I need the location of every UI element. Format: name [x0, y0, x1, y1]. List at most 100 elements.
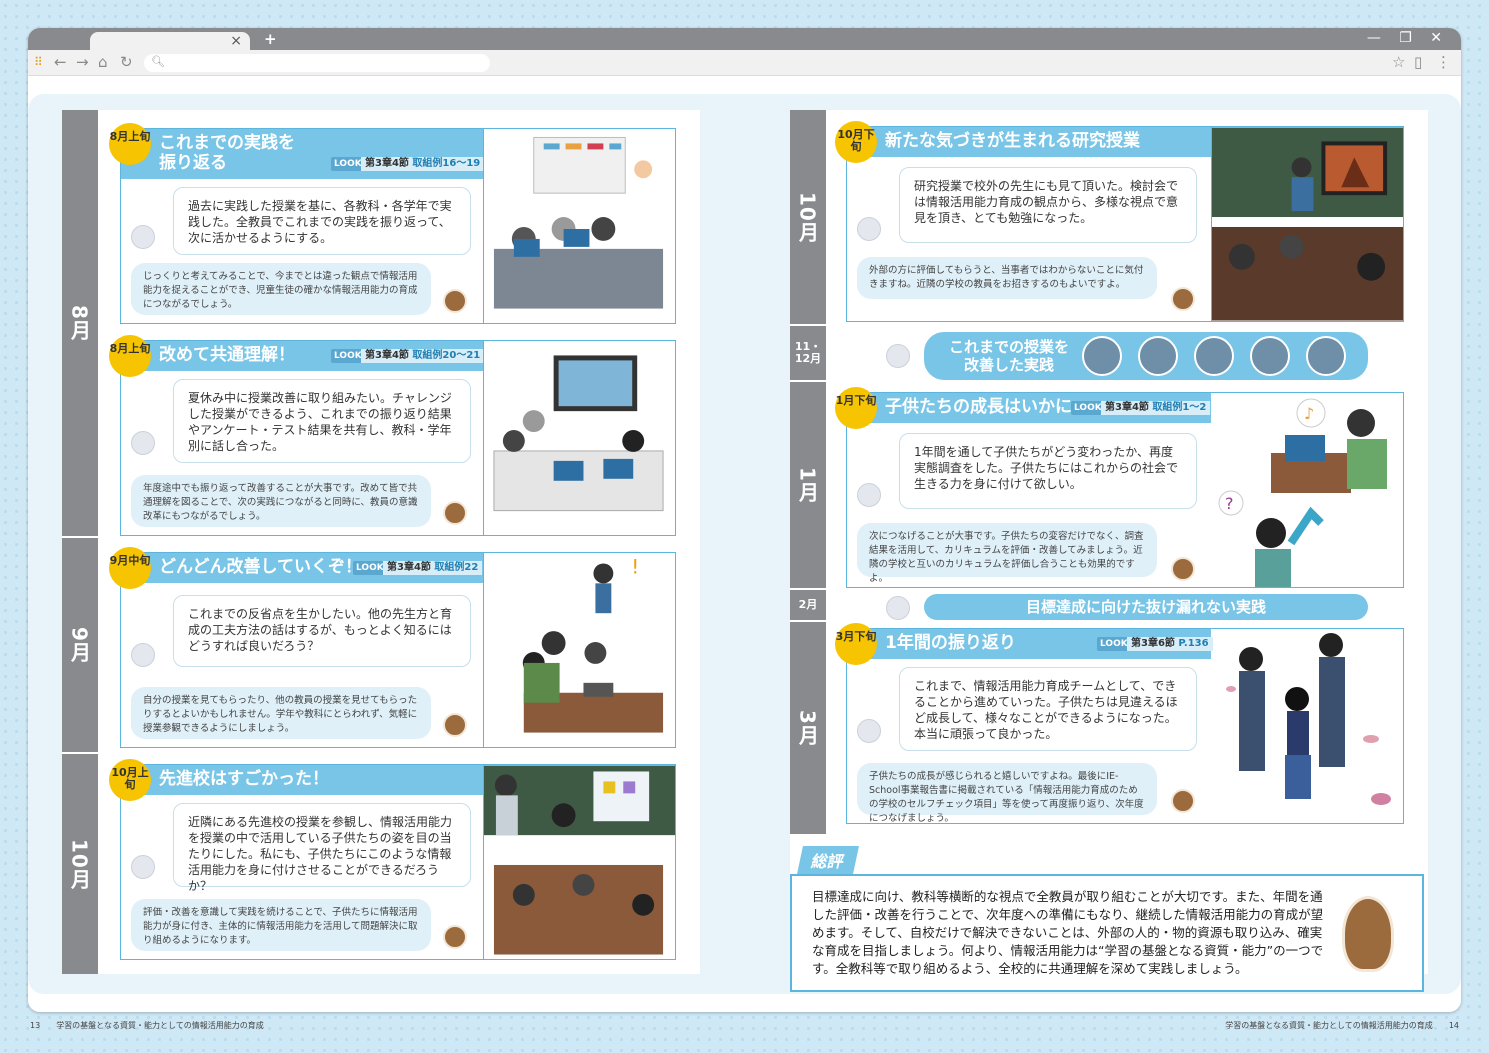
look-tag: LOOK: [331, 349, 365, 363]
illustration: [1211, 127, 1403, 321]
teacher-avatar: [131, 855, 155, 879]
advice-note: 子供たちの成長が感じられると嬉しいですよね。最後にIE-School事業報告書に…: [857, 763, 1157, 824]
advice-note: 次につなげることが大事です。子供たちの変容だけでなく、調査結果を活用して、カリキ…: [857, 523, 1157, 584]
look-tag: LOOK: [1071, 401, 1105, 415]
teacher-avatar: [857, 719, 881, 743]
month-label: 10月: [67, 838, 92, 890]
month-col-oct: 10月: [790, 110, 826, 326]
look-tag: LOOK: [1097, 637, 1131, 651]
spread-content: 8月 9月 10月 8月上旬 これまでの実践を振り返る LOOK 第3章4節 取…: [28, 76, 1461, 1012]
photo-thumb: [1138, 336, 1178, 376]
teacher-avatar: [857, 483, 881, 507]
reload-icon[interactable]: ↻: [120, 53, 133, 71]
look-ref: 第3章4節 取組例16〜19: [361, 157, 485, 171]
month-label: 9月: [67, 627, 92, 663]
advice-note: 外部の方に評価してもらうと、当事者ではわからないことに気付きますね。近隣の学校の…: [857, 257, 1157, 299]
card-header: 10月下旬 新たな気づきが生まれる研究授業: [835, 121, 1211, 163]
month-label: 10月: [795, 191, 820, 243]
speech-bubble: 過去に実践した授業を基に、各教科・各学年で実践した。全教員でこれまでの実践を振り…: [173, 187, 471, 255]
look-tag: LOOK: [353, 561, 387, 575]
date-badge: 9月中旬: [109, 547, 151, 589]
month-col-sep: 9月: [62, 538, 98, 754]
teacher-avatar: [886, 344, 910, 368]
month-col-aug: 8月: [62, 110, 98, 538]
card-header: 8月上旬 改めて共通理解！ LOOK 第3章4節 取組例20〜21: [109, 335, 485, 377]
footer-right: 学習の基盤となる資質・能力としての情報活用能力の育成 14: [1225, 1021, 1459, 1030]
advice-note: 評価・改善を意識して実践を続けることで、子供たちに情報活用能力が身に付き、主体的…: [131, 899, 431, 951]
speech-bubble: これまで、情報活用能力育成チームとして、できることから進めていった。子供たちは見…: [899, 667, 1197, 751]
teacher-avatar: [886, 596, 910, 620]
card-shared-understanding: 8月上旬 改めて共通理解！ LOOK 第3章4節 取組例20〜21 夏休み中に授…: [109, 335, 676, 536]
date-badge: 1月下旬: [835, 387, 877, 429]
card-advanced-school: 10月上旬 先進校はすごかった！ 近隣にある先進校の授業を参観し、情報活用能力を…: [109, 759, 676, 960]
card-review-practice: 8月上旬 これまでの実践を振り返る LOOK 第3章4節 取組例16〜19 過去…: [109, 123, 676, 324]
star-icon[interactable]: ☆: [1392, 53, 1405, 71]
back-icon[interactable]: ←: [54, 53, 67, 71]
month-col-nov-dec: 11・12月: [790, 326, 826, 382]
speech-bubble: 近隣にある先進校の授業を参観し、情報活用能力を授業の中で活用している子供たちの姿…: [173, 803, 471, 893]
review-text: 目標達成に向け、教科等横断的な視点で全教員が取り組むことが大切です。また、年間を…: [812, 889, 1324, 976]
browser-window: × + — ❐ ✕ ⠿ ← → ⌂ ↻ 🔍︎ ☆ ▯ ⋮ 8月 9月 10月 8…: [28, 28, 1461, 1012]
month-label: 3月: [795, 710, 820, 746]
card-header: 8月上旬 これまでの実践を振り返る LOOK 第3章4節 取組例16〜19: [109, 123, 485, 179]
search-icon: 🔍︎: [151, 55, 165, 68]
card-research-lesson: 10月下旬 新たな気づきが生まれる研究授業 研究授業で校外の先生にも見て頂いた。…: [835, 121, 1404, 322]
teacher-avatar: [131, 225, 155, 249]
card-keep-improving: 9月中旬 どんどん改善していくぞ！ LOOK 第3章4節 取組例22 これまでの…: [109, 547, 676, 748]
date-badge: 10月下旬: [835, 121, 877, 163]
owl-icon: [1171, 287, 1195, 311]
browser-toolbar: ⠿ ← → ⌂ ↻ 🔍︎ ☆ ▯ ⋮: [28, 50, 1461, 76]
photo-thumb: [1306, 336, 1346, 376]
look-tag: LOOK: [331, 157, 365, 171]
page-icon[interactable]: ▯: [1414, 53, 1422, 71]
menu-icon[interactable]: ⋮: [1436, 53, 1451, 71]
close-tab-icon[interactable]: ×: [230, 32, 242, 50]
illustration: [483, 765, 675, 959]
owl-icon: [443, 925, 467, 949]
month-label: 1月: [795, 467, 820, 503]
teacher-avatar: [131, 643, 155, 667]
speech-bubble: 1年間を通して子供たちがどう変わったか、再度実態調査をした。子供たちにはこれから…: [899, 433, 1197, 509]
card-header: 1月下旬 子供たちの成長はいかに LOOK 第3章4節 取組例1〜2: [835, 387, 1211, 429]
photo-thumb: [1250, 336, 1290, 376]
advice-note: 年度途中でも振り返って改善することが大事です。改めて皆で共通理解を図ることで、次…: [131, 475, 431, 527]
card-title: これまでの実践を振り返る: [159, 133, 295, 173]
owl-icon: [443, 501, 467, 525]
new-tab-button[interactable]: +: [264, 30, 277, 48]
illustration: [483, 341, 675, 535]
window-controls[interactable]: — ❐ ✕: [1367, 30, 1449, 46]
month-label: 8月: [67, 305, 92, 341]
home-icon[interactable]: ⌂: [98, 53, 108, 71]
review-box: 目標達成に向け、教科等横断的な視点で全教員が取り組むことが大切です。また、年間を…: [790, 874, 1424, 992]
photo-thumb: [1082, 336, 1122, 376]
card-title: 先進校はすごかった！: [159, 769, 329, 789]
illustration: !: [483, 553, 675, 747]
month-col-mar: 3月: [790, 622, 826, 834]
card-header: 3月下旬 1年間の振り返り LOOK 第3章6節 P.136: [835, 623, 1213, 665]
apps-icon[interactable]: ⠿: [34, 53, 43, 71]
tab-bar: × + — ❐ ✕: [28, 28, 1461, 50]
address-bar[interactable]: 🔍︎: [144, 54, 490, 72]
month-col-jan: 1月: [790, 382, 826, 590]
speech-bubble: 夏休み中に授業改善に取り組みたい。チャレンジした授業ができるよう、これまでの振り…: [173, 379, 471, 463]
owl-icon: [443, 289, 467, 313]
look-ref: 第3章4節 取組例20〜21: [361, 349, 485, 363]
svg-text:?: ?: [1225, 494, 1234, 513]
photo-thumb: [1194, 336, 1234, 376]
card-header: 10月上旬 先進校はすごかった！: [109, 759, 483, 801]
active-tab[interactable]: ×: [90, 32, 250, 50]
improved-practice-banner: これまでの授業を改善した実践: [924, 332, 1368, 380]
banner-title: これまでの授業を改善した実践: [948, 338, 1069, 374]
card-year-review: 3月下旬 1年間の振り返り LOOK 第3章6節 P.136 これまで、情報活用…: [835, 623, 1404, 824]
look-ref: 第3章6節 P.136: [1127, 637, 1213, 651]
card-title: どんどん改善していくぞ！: [159, 557, 362, 577]
owl-icon: [443, 713, 467, 737]
goal-practice-banner: 目標達成に向けた抜け漏れない実践: [924, 594, 1368, 620]
month-label: 2月: [798, 598, 818, 611]
date-badge: 10月上旬: [109, 759, 151, 801]
svg-text:!: !: [631, 555, 639, 578]
look-ref: 第3章4節 取組例1〜2: [1101, 401, 1211, 415]
forward-icon[interactable]: →: [76, 53, 89, 71]
card-children-growth: 1月下旬 子供たちの成長はいかに LOOK 第3章4節 取組例1〜2 1年間を通…: [835, 387, 1404, 588]
illustration: [1211, 629, 1403, 823]
